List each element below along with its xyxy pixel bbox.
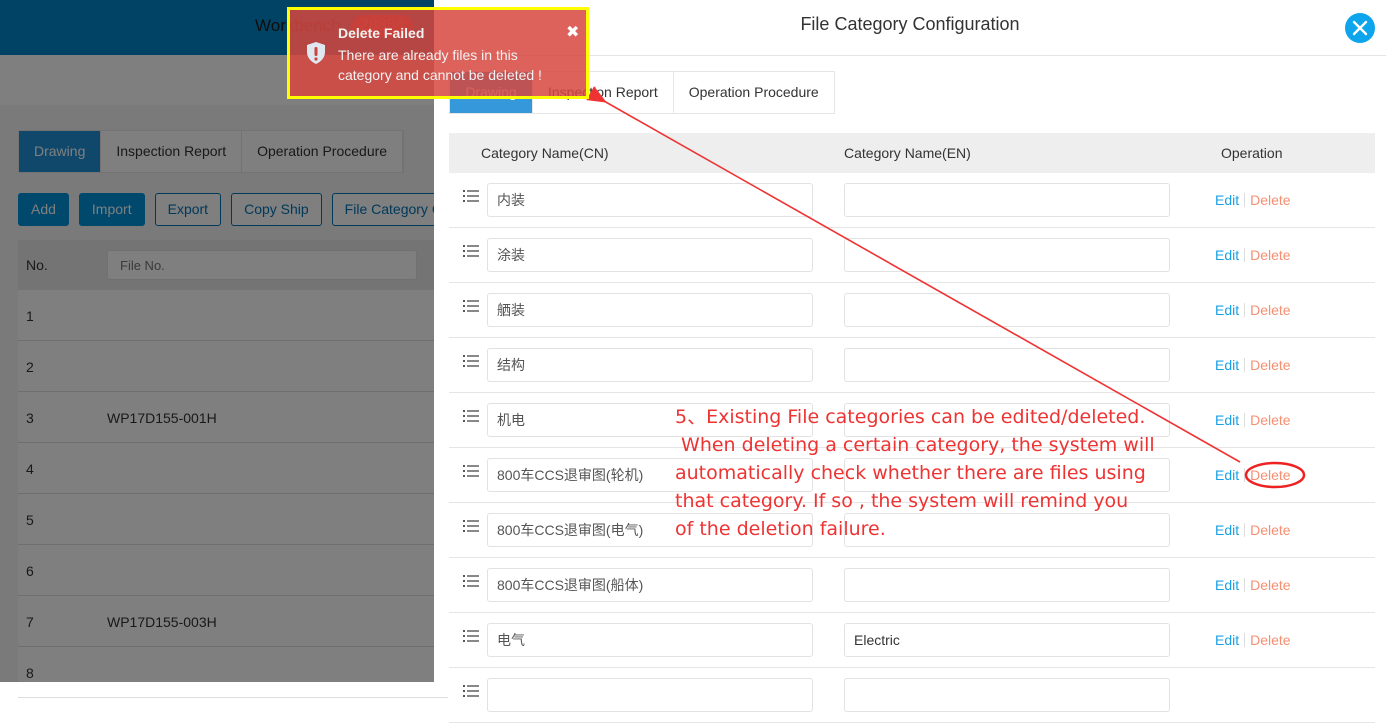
row-operations: Edit Delete <box>1215 522 1291 538</box>
delete-failed-toast: Delete Failed There are already files in… <box>287 7 589 99</box>
delete-link[interactable]: Delete <box>1250 577 1290 593</box>
category-name-en-input[interactable] <box>844 348 1170 382</box>
dialog-tab-operation-procedure[interactable]: Operation Procedure <box>673 72 834 113</box>
drag-handle-icon[interactable] <box>463 519 479 533</box>
delete-link[interactable]: Delete <box>1250 632 1290 648</box>
operation-divider <box>1244 523 1246 537</box>
row-operations: Edit Delete <box>1215 357 1291 373</box>
category-name-en-input[interactable] <box>844 293 1170 327</box>
operation-divider <box>1244 193 1246 207</box>
category-name-cn-input[interactable] <box>487 623 813 657</box>
row-operations: Edit Delete <box>1215 192 1291 208</box>
edit-link[interactable]: Edit <box>1215 467 1239 483</box>
category-name-en-input[interactable] <box>844 183 1170 217</box>
delete-link[interactable]: Delete <box>1250 467 1290 483</box>
category-name-cn-input[interactable] <box>487 238 813 272</box>
edit-link[interactable]: Edit <box>1215 577 1239 593</box>
shield-alert-icon <box>307 42 325 64</box>
drag-handle-icon[interactable] <box>463 464 479 478</box>
annotation-line: of the deletion failure. <box>675 518 886 540</box>
delete-link[interactable]: Delete <box>1250 247 1290 263</box>
category-name-en-input[interactable] <box>844 678 1170 712</box>
drag-handle-icon[interactable] <box>463 409 479 423</box>
edit-link[interactable]: Edit <box>1215 632 1239 648</box>
category-row: Edit Delete <box>449 283 1375 338</box>
category-name-cn-input[interactable] <box>487 348 813 382</box>
annotation-line: that category. If so , the system will r… <box>675 490 1129 512</box>
delete-link[interactable]: Delete <box>1250 192 1290 208</box>
operation-divider <box>1244 248 1246 262</box>
category-row: Edit Delete <box>449 613 1375 668</box>
column-en: Category Name(EN) <box>844 145 971 161</box>
drag-handle-icon[interactable] <box>463 189 479 203</box>
toast-title: Delete Failed <box>338 25 425 41</box>
edit-link[interactable]: Edit <box>1215 412 1239 428</box>
operation-divider <box>1244 468 1246 482</box>
operation-divider <box>1244 413 1246 427</box>
category-name-cn-input[interactable] <box>487 183 813 217</box>
drag-handle-icon[interactable] <box>463 244 479 258</box>
category-row: Edit Delete <box>449 338 1375 393</box>
toast-close-icon[interactable]: ✖ <box>566 22 579 42</box>
annotation-line: When deleting a certain category, the sy… <box>675 434 1155 456</box>
toast-message: There are already files in this category… <box>338 47 542 83</box>
delete-link[interactable]: Delete <box>1250 357 1290 373</box>
drag-handle-icon[interactable] <box>463 629 479 643</box>
operation-divider <box>1244 358 1246 372</box>
category-row: Edit Delete <box>449 228 1375 283</box>
category-name-cn-input[interactable] <box>487 293 813 327</box>
column-operation: Operation <box>1221 145 1283 161</box>
category-name-cn-input[interactable] <box>487 678 813 712</box>
drag-handle-icon[interactable] <box>463 684 479 698</box>
category-row: Edit Delete <box>449 558 1375 613</box>
row-operations: Edit Delete <box>1215 302 1291 318</box>
modal-overlay-mask[interactable] <box>0 0 434 682</box>
row-operations: Edit Delete <box>1215 412 1291 428</box>
annotation-line: 5、Existing File categories can be edited… <box>675 406 1146 428</box>
category-name-cn-input[interactable] <box>487 568 813 602</box>
category-row: Edit Delete <box>449 173 1375 228</box>
category-name-en-input[interactable] <box>844 623 1170 657</box>
drag-handle-icon[interactable] <box>463 354 479 368</box>
delete-link[interactable]: Delete <box>1250 522 1290 538</box>
drag-handle-icon[interactable] <box>463 299 479 313</box>
operation-divider <box>1244 578 1246 592</box>
edit-link[interactable]: Edit <box>1215 247 1239 263</box>
edit-link[interactable]: Edit <box>1215 522 1239 538</box>
operation-divider <box>1244 633 1246 647</box>
row-operations: Edit Delete <box>1215 247 1291 263</box>
edit-link[interactable]: Edit <box>1215 192 1239 208</box>
file-category-dialog: File Category Configuration Drawing Insp… <box>434 0 1386 723</box>
operation-divider <box>1244 303 1246 317</box>
close-button[interactable] <box>1345 13 1375 43</box>
annotation-text: 5、Existing File categories can be edited… <box>675 403 1175 543</box>
category-name-en-input[interactable] <box>844 568 1170 602</box>
delete-link[interactable]: Delete <box>1250 412 1290 428</box>
edit-link[interactable]: Edit <box>1215 357 1239 373</box>
category-table-header: Category Name(CN) Category Name(EN) Oper… <box>449 133 1375 173</box>
row-operations: Edit Delete <box>1215 632 1291 648</box>
row-operations: Edit Delete <box>1215 577 1291 593</box>
column-cn: Category Name(CN) <box>481 145 609 161</box>
delete-link[interactable]: Delete <box>1250 302 1290 318</box>
category-name-en-input[interactable] <box>844 238 1170 272</box>
close-icon <box>1352 20 1368 36</box>
edit-link[interactable]: Edit <box>1215 302 1239 318</box>
row-operations: Edit Delete <box>1215 467 1291 483</box>
category-row <box>449 668 1375 723</box>
drag-handle-icon[interactable] <box>463 574 479 588</box>
annotation-line: automatically check whether there are fi… <box>675 462 1146 484</box>
